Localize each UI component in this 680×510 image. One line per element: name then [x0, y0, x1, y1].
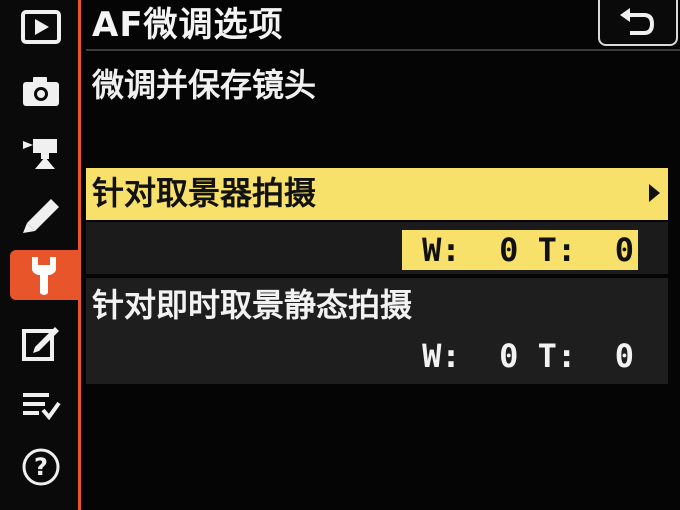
- movie-camera-icon: [23, 139, 57, 169]
- option-viewfinder-value-row: W: 0 T: 0: [86, 222, 668, 274]
- option-label: 针对取景器拍摄: [92, 174, 317, 212]
- sidebar-item-movie-shooting[interactable]: [10, 128, 72, 178]
- back-button[interactable]: [598, 0, 678, 46]
- svg-text:?: ?: [34, 453, 48, 481]
- title-divider: [86, 49, 680, 51]
- fine-tune-value: W: 0 T: 0: [422, 337, 634, 375]
- return-arrow-icon: [620, 8, 655, 35]
- chevron-right-icon: [649, 184, 660, 202]
- sidebar-item-my-menu[interactable]: [10, 380, 72, 430]
- sidebar-item-playback[interactable]: [10, 2, 72, 52]
- page-title: AF微调选项: [92, 5, 284, 45]
- sidebar-item-help[interactable]: ?: [10, 442, 72, 492]
- wrench-icon: [32, 257, 56, 295]
- menu-item-fine-tune-and-save-lens[interactable]: 微调并保存镜头: [92, 62, 316, 108]
- sidebar: ?: [0, 0, 80, 510]
- my-menu-icon: [23, 393, 61, 420]
- option-label: 针对即时取景静态拍摄: [92, 286, 413, 324]
- sidebar-item-retouch[interactable]: [10, 318, 72, 368]
- help-icon: ?: [22, 448, 60, 486]
- sidebar-item-photo-shooting[interactable]: [10, 66, 72, 116]
- retouch-icon: [22, 327, 59, 361]
- pencil-icon: [23, 199, 59, 233]
- sidebar-divider: [78, 0, 81, 510]
- option-viewfinder-photography[interactable]: 针对取景器拍摄: [86, 168, 668, 220]
- playback-icon: [21, 10, 61, 44]
- camera-icon: [23, 77, 59, 106]
- sidebar-item-custom-settings[interactable]: [10, 190, 72, 240]
- option-live-view-still-photography[interactable]: 针对即时取景静态拍摄 W: 0 T: 0: [86, 278, 668, 384]
- sidebar-item-setup[interactable]: [10, 250, 78, 300]
- fine-tune-value: W: 0 T: 0: [402, 230, 638, 270]
